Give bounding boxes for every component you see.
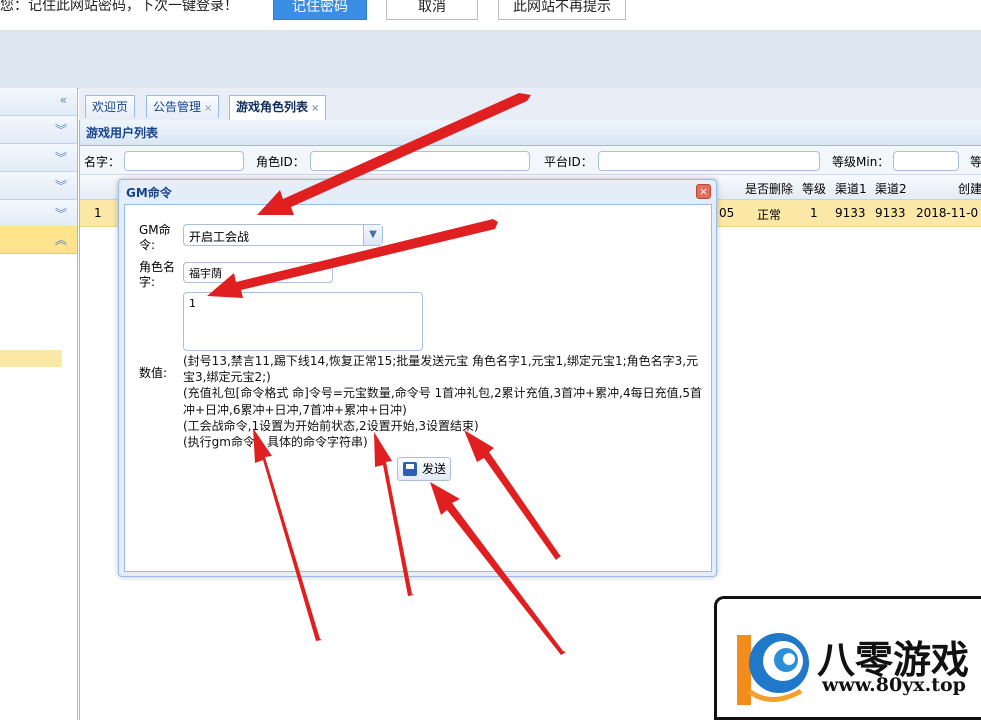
- save-icon: [403, 462, 417, 476]
- cell: 05: [719, 206, 735, 220]
- sidebar: « ︾ ︾ ︾ ︾ ︽: [0, 88, 78, 720]
- hint-line: (充值礼包[命令格式 命]令号=元宝数量,命令号 1首冲礼包,2累计充值,3首冲…: [183, 386, 703, 417]
- cell-channel1: 9133: [835, 206, 866, 220]
- close-icon[interactable]: ×: [311, 103, 319, 114]
- watermark-url: www.80yx.top: [822, 674, 966, 696]
- close-icon[interactable]: ×: [204, 103, 212, 114]
- column-header[interactable]: 渠道1: [835, 180, 867, 197]
- platform-id-label: 平台ID：: [544, 155, 593, 169]
- password-bar-message: 您：记住此网站密码，下次一键登录！: [0, 0, 238, 14]
- send-button[interactable]: 发送: [397, 457, 451, 481]
- cell-created: 2018-11-0: [916, 206, 979, 220]
- tab-label: 欢迎页: [92, 100, 129, 114]
- search-bar: 名字： 角色ID： 平台ID： 等级Min： 等: [80, 146, 981, 175]
- sidebar-subitem-selected[interactable]: [0, 350, 62, 367]
- hint-line: (封号13,禁言11,踢下线14,恢复正常15;批量发送元宝 角色名字1,元宝1…: [183, 354, 699, 385]
- sidebar-item[interactable]: ︾: [0, 116, 77, 144]
- role-id-label: 角色ID：: [256, 155, 305, 169]
- gm-command-label: GM命令:: [139, 223, 171, 252]
- value-label: 数值:: [139, 366, 168, 380]
- cell-channel2: 9133: [875, 206, 906, 220]
- cell-level: 1: [810, 206, 818, 220]
- tab-bar: 欢迎页 公告管理 × 游戏角色列表 ×: [79, 92, 981, 121]
- hint-line: (执行gm命令，具体的命令字符串): [183, 435, 368, 450]
- cell-deleted: 正常: [757, 208, 782, 222]
- sidebar-item-active[interactable]: ︽: [0, 226, 77, 254]
- double-chevron-down-icon: ︾: [54, 151, 67, 165]
- never-remind-button[interactable]: 此网站不再提示: [498, 0, 626, 20]
- sidebar-collapse-toggle[interactable]: «: [0, 88, 77, 116]
- level-min-label: 等级Min：: [832, 155, 890, 169]
- role-name-label: 角色名字:: [139, 260, 176, 289]
- gm-command-dialog: GM命令 × GM命令: 开启工会战 ▼ 角色名字: 福宇荫 1 数值: (封号…: [118, 179, 717, 577]
- tab-label: 游戏角色列表: [236, 100, 309, 114]
- gm-command-value: 开启工会战: [189, 230, 250, 244]
- tab-announcements[interactable]: 公告管理 ×: [146, 95, 220, 118]
- watermark-logo: 八零游戏 www.80yx.top: [714, 596, 981, 720]
- panel-title: 游戏用户列表: [80, 120, 981, 146]
- double-chevron-down-icon: ︾: [54, 179, 67, 193]
- role-id-input[interactable]: [310, 151, 530, 171]
- send-button-label: 发送: [422, 462, 447, 476]
- column-header[interactable]: 是否删除: [745, 180, 793, 197]
- sidebar-item[interactable]: ︾: [0, 144, 77, 172]
- close-icon[interactable]: ×: [696, 184, 711, 199]
- name-label: 名字：: [84, 155, 121, 169]
- name-input[interactable]: [124, 151, 244, 171]
- column-header[interactable]: 渠道2: [875, 180, 907, 197]
- app-header: [0, 31, 981, 89]
- tab-role-list[interactable]: 游戏角色列表 ×: [229, 95, 327, 120]
- hint-line: (工会战命令,1设置为开始前状态,2设置开始,3设置结束): [183, 418, 479, 433]
- dialog-body: GM命令: 开启工会战 ▼ 角色名字: 福宇荫 1 数值: (封号13,禁言11…: [124, 204, 712, 572]
- platform-id-input[interactable]: [598, 151, 820, 171]
- command-hint-text: (封号13,禁言11,踢下线14,恢复正常15;批量发送元宝 角色名字1,元宝1…: [183, 353, 703, 450]
- cancel-button[interactable]: 取消: [386, 0, 478, 20]
- password-save-bar: 您：记住此网站密码，下次一键登录！ 记住密码 取消 此网站不再提示: [0, 0, 981, 31]
- dialog-title: GM命令: [126, 186, 172, 200]
- role-name-input[interactable]: 福宇荫: [183, 262, 333, 283]
- sidebar-item[interactable]: ︾: [0, 200, 77, 228]
- extra-filter-label: 等: [970, 155, 981, 169]
- gm-command-select[interactable]: 开启工会战 ▼: [183, 224, 383, 246]
- value-textarea[interactable]: 1: [183, 292, 423, 351]
- swirl-logo-icon: [737, 633, 809, 705]
- double-chevron-down-icon: ︾: [54, 207, 67, 221]
- sidebar-item[interactable]: ︾: [0, 172, 77, 200]
- double-chevron-down-icon: ︾: [54, 123, 67, 137]
- double-chevron-left-icon: «: [59, 93, 67, 107]
- column-header[interactable]: 创建: [958, 180, 981, 197]
- double-chevron-up-icon: ︽: [54, 233, 67, 247]
- level-min-input[interactable]: [893, 151, 959, 171]
- remember-password-button[interactable]: 记住密码: [273, 0, 367, 20]
- tab-welcome[interactable]: 欢迎页: [85, 95, 136, 118]
- tab-label: 公告管理: [153, 100, 202, 114]
- row-index: 1: [94, 206, 102, 220]
- chevron-down-icon: ▼: [363, 225, 382, 245]
- column-header[interactable]: 等级: [802, 180, 826, 197]
